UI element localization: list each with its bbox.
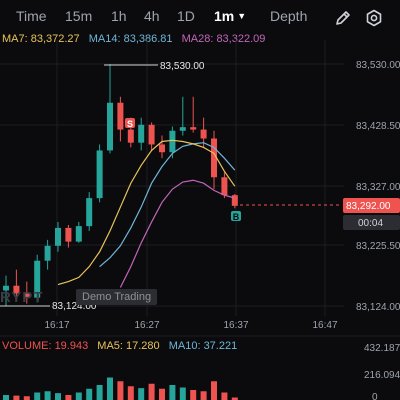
volume-bar: [117, 381, 124, 400]
candle-body: [127, 129, 134, 143]
volume-bar: [65, 395, 72, 400]
candle-body: [55, 227, 61, 246]
sell-marker[interactable]: S: [125, 118, 135, 129]
volume-bar: [179, 387, 186, 400]
candle-body: [179, 127, 186, 131]
gridlines: [0, 40, 344, 316]
volume-bar: [107, 377, 113, 400]
volume-bar: [55, 393, 61, 400]
volume-bar: [3, 395, 9, 400]
candle-body: [200, 129, 207, 139]
price-label-5: 83,124.00: [356, 302, 400, 313]
buy-marker-label: B: [233, 212, 240, 222]
volume-bar: [190, 390, 197, 400]
candle-body: [96, 150, 103, 199]
volume-axis-label-2: 216.094: [364, 370, 400, 381]
volume-bar: [23, 396, 30, 400]
candle-body: [65, 227, 72, 242]
candle-body: [231, 195, 238, 206]
ma28-line: [119, 179, 235, 288]
volume-axis: 432.187 216.094 0: [364, 343, 400, 400]
ma7-line: [57, 139, 236, 286]
buy-marker[interactable]: B: [231, 211, 241, 222]
time-label-4: 16:47: [312, 320, 337, 331]
time-label-1: 16:17: [44, 320, 69, 331]
volume-bar: [200, 391, 207, 400]
volume-bar: [34, 392, 41, 400]
candle-body: [190, 127, 197, 130]
volume-legend: VOLUME: 19.943 MA5: 17.280 MA10: 37.221: [2, 340, 243, 352]
price-label-3: 83,327.00: [356, 182, 400, 193]
volume-bar: [96, 385, 103, 400]
volume-bar: [138, 388, 145, 400]
volume-axis-label-3: 0: [372, 392, 378, 400]
volume-ma10-label: MA10: 37.221: [168, 340, 238, 352]
candle-body: [44, 245, 51, 261]
time-label-3: 16:37: [223, 320, 248, 331]
candle-body: [148, 124, 155, 145]
volume-bar: [86, 388, 93, 400]
candles: [3, 64, 238, 306]
candle-body: [117, 102, 124, 130]
price-label-4: 83,225.50: [356, 241, 400, 252]
volume-bar: [127, 386, 134, 400]
demo-trading-badge: Demo Trading: [76, 289, 158, 305]
volume-bar: [221, 392, 228, 400]
volume-bar: [44, 391, 51, 400]
candle-body: [138, 124, 145, 143]
volume-ma5-label: MA5: 17.280: [97, 340, 160, 352]
candle-body: [159, 144, 165, 153]
candle-body: [221, 177, 228, 196]
ma-lines: [57, 139, 236, 288]
candle-body: [86, 198, 93, 227]
volume-bar: [148, 383, 155, 400]
volume-bar: [211, 381, 217, 400]
candle-body: [169, 130, 176, 153]
volume-bars: [3, 377, 238, 400]
volume-bar: [159, 388, 165, 400]
candle-body: [75, 226, 82, 242]
price-label-1: 83,530.00: [356, 60, 400, 71]
volume-bar: [169, 385, 176, 400]
price-label-2: 83,428.50: [356, 121, 400, 132]
time-label-2: 16:27: [134, 320, 159, 331]
price-axis: 83,530.00 83,428.50 83,327.00 83,225.50 …: [356, 60, 400, 313]
sell-marker-label: S: [127, 119, 133, 129]
volume-bar: [75, 392, 82, 400]
candle-body: [107, 102, 113, 151]
volume-axis-label-1: 432.187: [364, 343, 400, 354]
volume-value-label: VOLUME: 19.943: [2, 340, 89, 352]
time-axis: 16:17 16:27 16:37 16:47: [44, 320, 337, 331]
countdown-label: 00:04: [358, 218, 383, 229]
brand-watermark: RYPT: [0, 289, 44, 306]
high-marker-label: 83,530.00: [160, 61, 205, 72]
volume-bar: [13, 395, 20, 400]
current-price-label: 83,292.00: [346, 201, 391, 212]
